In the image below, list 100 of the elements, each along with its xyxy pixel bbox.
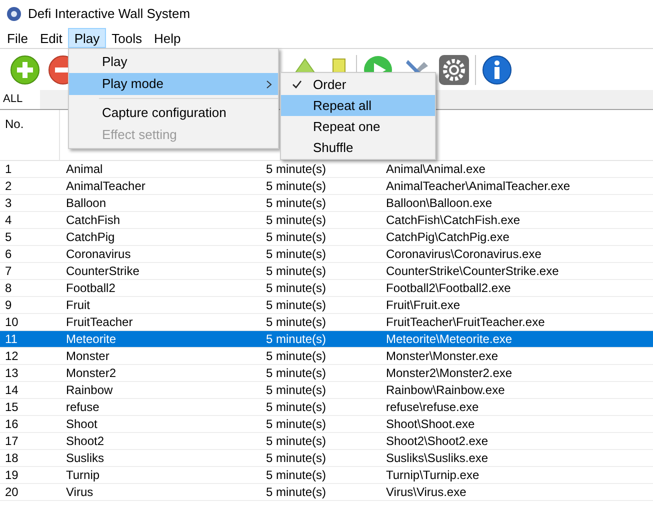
menu-item[interactable]: Play mode: [69, 73, 278, 95]
table-row[interactable]: 17 Shoot2 5 minute(s) Shoot2\Shoot2.exe: [0, 433, 653, 450]
table-cell-text: Turnip\Turnip.exe: [385, 467, 480, 484]
table-cell-text: Rainbow: [65, 382, 114, 399]
table-cell-text: 19: [4, 467, 20, 484]
table-row[interactable]: 11 Meteorite 5 minute(s) Meteorite\Meteorite.exe: [0, 331, 653, 348]
table-cell-text: CatchPig\CatchPig.exe: [385, 229, 510, 246]
table-row[interactable]: 12 Monster 5 minute(s) Monster\Monster.exe: [0, 348, 653, 365]
table-cell-text: Animal\Animal.exe: [385, 161, 486, 178]
info-icon[interactable]: [480, 54, 514, 86]
table-cell-text: 5 minute(s): [265, 229, 328, 246]
table-cell-text: 5 minute(s): [265, 195, 328, 212]
table-cell-text: Virus\Virus.exe: [385, 484, 466, 501]
table-cell-text: 16: [4, 416, 20, 433]
table-cell-text: 12: [4, 348, 20, 365]
table-cell-text: 15: [4, 399, 20, 416]
table-cell-text: 5 minute(s): [265, 348, 328, 365]
table-cell-text: Monster: [65, 348, 110, 365]
menu-item[interactable]: Shuffle: [281, 137, 435, 158]
table-cell-text: 5 minute(s): [265, 280, 328, 297]
menu-item[interactable]: Play: [69, 51, 278, 73]
menu-item[interactable]: Order: [281, 74, 435, 95]
table-cell-text: 14: [4, 382, 20, 399]
table-cell-text: Shoot: [65, 416, 98, 433]
table-cell-text: refuse\refuse.exe: [385, 399, 479, 416]
table-cell-text: 5 minute(s): [265, 263, 328, 280]
table-row[interactable]: 5 CatchPig 5 minute(s) CatchPig\CatchPig.exe: [0, 229, 653, 246]
table-cell-text: 3: [4, 195, 13, 212]
table-cell-text: 5 minute(s): [265, 450, 328, 467]
table-row[interactable]: 3 Balloon 5 minute(s) Balloon\Balloon.exe: [0, 195, 653, 212]
menu-item[interactable]: File: [1, 28, 34, 48]
table-cell-text: CatchPig: [65, 229, 116, 246]
table-cell-text: 20: [4, 484, 20, 501]
table-cell-text: 11: [4, 331, 18, 348]
table-row[interactable]: 6 Coronavirus 5 minute(s) Coronavirus\Coronavirus.exe: [0, 246, 653, 263]
table-cell-text: 17: [4, 433, 20, 450]
table-cell-text: Coronavirus\Coronavirus.exe: [385, 246, 542, 263]
table-cell-text: 5 minute(s): [265, 331, 328, 348]
table-cell-text: Monster\Monster.exe: [385, 348, 498, 365]
menu-item[interactable]: Capture configuration: [69, 102, 278, 124]
table-cell-text: AnimalTeacher\AnimalTeacher.exe: [385, 178, 570, 195]
settings-icon[interactable]: [437, 54, 471, 86]
chevron-right-icon: [266, 80, 272, 88]
table-row[interactable]: 4 CatchFish 5 minute(s) CatchFish\CatchFish.exe: [0, 212, 653, 229]
table-row[interactable]: 2 AnimalTeacher 5 minute(s) AnimalTeacher\AnimalTeacher.exe: [0, 178, 653, 195]
table-cell-text: Shoot2: [65, 433, 106, 450]
table-cell-text: AnimalTeacher: [65, 178, 146, 195]
table-cell-text: CatchFish\CatchFish.exe: [385, 212, 520, 229]
table-cell-text: 4: [4, 212, 13, 229]
table-row[interactable]: 9 Fruit 5 minute(s) Fruit\Fruit.exe: [0, 297, 653, 314]
table-cell-text: 5 minute(s): [265, 314, 328, 331]
table-cell-text: 5: [4, 229, 13, 246]
table-row[interactable]: 14 Rainbow 5 minute(s) Rainbow\Rainbow.exe: [0, 382, 653, 399]
table-row[interactable]: 18 Susliks 5 minute(s) Susliks\Susliks.exe: [0, 450, 653, 467]
table-cell-text: 5 minute(s): [265, 467, 328, 484]
table-cell-text: CatchFish: [65, 212, 122, 229]
menu-item[interactable]: Tools: [106, 28, 148, 48]
table-cell-text: Animal: [65, 161, 104, 178]
menu-item[interactable]: Help: [148, 28, 187, 48]
table-cell-text: Fruit\Fruit.exe: [385, 297, 460, 314]
table-cell-text: Football2\Football2.exe: [385, 280, 511, 297]
table-cell-text: Virus: [65, 484, 94, 501]
table-cell-text: CounterStrike: [65, 263, 140, 280]
table-cell-text: 5 minute(s): [265, 416, 328, 433]
table-cell-text: FruitTeacher: [65, 314, 134, 331]
table-row[interactable]: 8 Football2 5 minute(s) Football2\Football2.exe: [0, 280, 653, 297]
table-row[interactable]: 15 refuse 5 minute(s) refuse\refuse.exe: [0, 399, 653, 416]
tab[interactable]: ALL: [0, 89, 40, 109]
table-cell-text: Balloon: [65, 195, 108, 212]
menu-item[interactable]: Repeat all: [281, 95, 435, 116]
table-cell-text: Football2: [65, 280, 116, 297]
table-cell-text: Shoot\Shoot.exe: [385, 416, 475, 433]
table-cell-text: 5 minute(s): [265, 399, 328, 416]
table-row[interactable]: 1 Animal 5 minute(s) Animal\Animal.exe: [0, 161, 653, 178]
table-row[interactable]: 13 Monster2 5 minute(s) Monster2\Monster2.exe: [0, 365, 653, 382]
table-row[interactable]: 7 CounterStrike 5 minute(s) CounterStrike\CounterStrike.exe: [0, 263, 653, 280]
table-cell-text: Susliks\Susliks.exe: [385, 450, 488, 467]
table-cell-text: 6: [4, 246, 13, 263]
table-cell-text: refuse: [65, 399, 100, 416]
table-row[interactable]: 19 Turnip 5 minute(s) Turnip\Turnip.exe: [0, 467, 653, 484]
table-cell-text: Rainbow\Rainbow.exe: [385, 382, 505, 399]
table-cell-text: 5 minute(s): [265, 382, 328, 399]
table-cell-text: 5 minute(s): [265, 161, 328, 178]
menu-item[interactable]: Edit: [34, 28, 68, 48]
table-cell-text: FruitTeacher\FruitTeacher.exe: [385, 314, 545, 331]
table-cell-text: 8: [4, 280, 13, 297]
table-row[interactable]: 16 Shoot 5 minute(s) Shoot\Shoot.exe: [0, 416, 653, 433]
add-icon[interactable]: [8, 54, 42, 86]
table-cell-text: Monster2\Monster2.exe: [385, 365, 512, 382]
table-cell-text: Monster2: [65, 365, 118, 382]
table-cell-text: 5 minute(s): [265, 246, 328, 263]
menu-item[interactable]: Play: [68, 28, 106, 48]
table-cell-text: 5 minute(s): [265, 297, 328, 314]
menu-item[interactable]: Repeat one: [281, 116, 435, 137]
column-header[interactable]: No.: [0, 110, 60, 137]
table-cell-text: Meteorite: [65, 331, 118, 348]
table-cell-text: 5 minute(s): [265, 178, 328, 195]
table-row[interactable]: 20 Virus 5 minute(s) Virus\Virus.exe: [0, 484, 653, 501]
table-cell-text: 13: [4, 365, 20, 382]
table-cell-text: 5 minute(s): [265, 433, 328, 450]
